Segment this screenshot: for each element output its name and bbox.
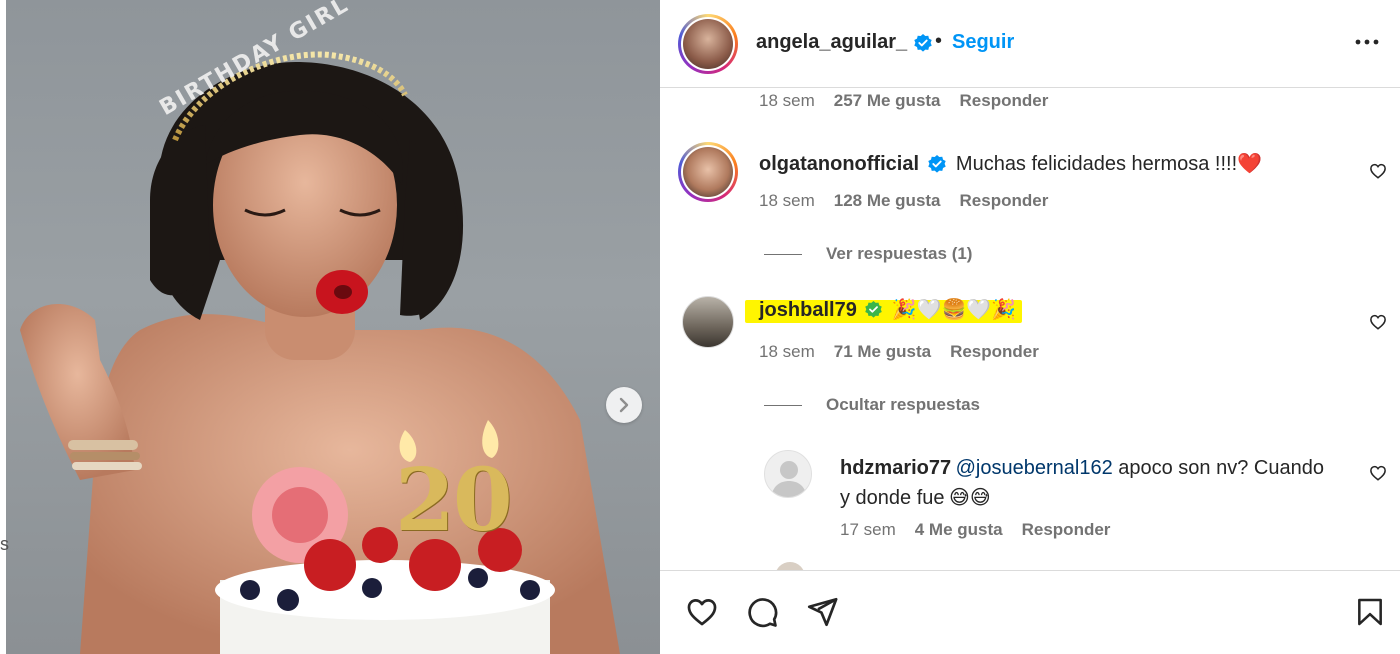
- comment-meta: 18 sem 71 Me gusta Responder: [759, 342, 1039, 362]
- reply-likes[interactable]: 4 Me gusta: [915, 520, 1003, 540]
- paper-plane-icon: [807, 597, 838, 627]
- comment-likes[interactable]: 71 Me gusta: [834, 342, 931, 362]
- heart-outline-icon: [1370, 163, 1386, 179]
- author-avatar[interactable]: [678, 14, 738, 74]
- highlighted-comment: joshball79 🎉🤍🍔🤍🎉: [745, 299, 1023, 323]
- next-photo-button[interactable]: [606, 387, 642, 423]
- default-avatar-icon: [771, 461, 807, 497]
- comment-bubble-icon: [748, 598, 778, 628]
- replies-divider: [764, 253, 802, 255]
- comment-likes[interactable]: 128 Me gusta: [834, 191, 941, 211]
- like-comment-button[interactable]: [1369, 313, 1387, 336]
- verified-badge-icon: [914, 33, 932, 52]
- view-replies-label: Ver respuestas (1): [826, 244, 973, 263]
- comment-text: Muchas felicidades hermosa !!!!: [955, 153, 1238, 175]
- more-horizontal-icon: [1355, 39, 1379, 45]
- reply-button[interactable]: Responder: [960, 191, 1049, 211]
- comment-meta: 18 sem 257 Me gusta Responder: [759, 91, 1048, 111]
- reply-mention[interactable]: @josuebernal162: [956, 457, 1113, 479]
- comment-time: 18 sem: [759, 342, 815, 361]
- verified-badge-icon: [928, 154, 947, 173]
- reply-button[interactable]: Responder: [1022, 520, 1111, 540]
- commenter-avatar[interactable]: [678, 142, 738, 202]
- comment-username[interactable]: olgatanonofficial: [759, 153, 919, 175]
- post-action-bar: [660, 570, 1400, 654]
- comment-emoji: 🎉🤍🍔🤍🎉: [891, 299, 1017, 321]
- like-comment-button[interactable]: [1369, 162, 1387, 185]
- reply-button[interactable]: Responder: [950, 342, 1039, 362]
- hide-replies-button[interactable]: Ocultar respuestas: [764, 395, 980, 415]
- share-button[interactable]: [804, 595, 840, 634]
- comment-meta: 18 sem 128 Me gusta Responder: [759, 191, 1048, 211]
- reply-text-line2: y donde fue: [840, 487, 945, 509]
- reply-username[interactable]: hdzmario77: [840, 457, 951, 479]
- reply-avatar[interactable]: [764, 450, 812, 498]
- comment-username[interactable]: joshball79: [759, 299, 857, 321]
- comment-body: joshball79 🎉🤍🍔🤍🎉: [745, 297, 1023, 323]
- comments-list[interactable]: 18 sem 257 Me gusta Responder olgatanono…: [660, 88, 1400, 570]
- chevron-right-icon: [619, 397, 629, 413]
- like-post-button[interactable]: [684, 595, 720, 634]
- view-replies-button[interactable]: Ver respuestas (1): [764, 244, 972, 264]
- comment-time: 18 sem: [759, 91, 815, 110]
- hide-replies-label: Ocultar respuestas: [826, 395, 981, 414]
- comment-button[interactable]: [744, 595, 780, 634]
- birthday-photo-illustration: [20, 51, 620, 654]
- heart-outline-icon: [1370, 465, 1386, 481]
- bookmark-icon: [1358, 598, 1382, 626]
- post-header: angela_aguilar_ • Seguir: [660, 0, 1400, 88]
- reply-time: 17 sem: [840, 520, 896, 539]
- more-options-button[interactable]: [1354, 30, 1380, 59]
- like-comment-button[interactable]: [1369, 464, 1387, 487]
- header-separator: •: [935, 30, 943, 52]
- comment-body: olgatanonofficial Muchas felicidades her…: [759, 151, 1262, 178]
- reply-emoji: 😅😅: [948, 487, 991, 509]
- replies-divider: [764, 404, 802, 406]
- comment-time: 18 sem: [759, 191, 815, 210]
- follow-button[interactable]: Seguir: [952, 31, 1014, 54]
- post-photo[interactable]: 20 BIRTHDAY GIRL s: [0, 0, 660, 654]
- commenter-avatar[interactable]: [682, 296, 734, 348]
- save-post-button[interactable]: [1354, 595, 1386, 634]
- heart-icon: [687, 599, 717, 626]
- post-side-panel: angela_aguilar_ • Seguir 18 sem 257 Me g…: [660, 0, 1400, 654]
- author-username[interactable]: angela_aguilar_: [756, 31, 933, 54]
- edge-text: s: [0, 534, 9, 554]
- reply-body: hdzmario77 @josuebernal162 apoco son nv?…: [840, 454, 1340, 514]
- next-reply-avatar[interactable]: [775, 562, 805, 570]
- reply-button[interactable]: Responder: [960, 91, 1049, 111]
- comment-emoji: ❤️: [1237, 153, 1263, 175]
- comment-likes[interactable]: 257 Me gusta: [834, 91, 941, 111]
- reply-meta: 17 sem 4 Me gusta Responder: [840, 520, 1110, 540]
- reply-text-line1: apoco son nv? Cuando: [1112, 457, 1324, 479]
- heart-outline-icon: [1370, 314, 1386, 330]
- verified-badge-icon: [865, 301, 883, 318]
- photo-left-edge: [0, 0, 6, 654]
- candle-number: 20: [395, 450, 513, 551]
